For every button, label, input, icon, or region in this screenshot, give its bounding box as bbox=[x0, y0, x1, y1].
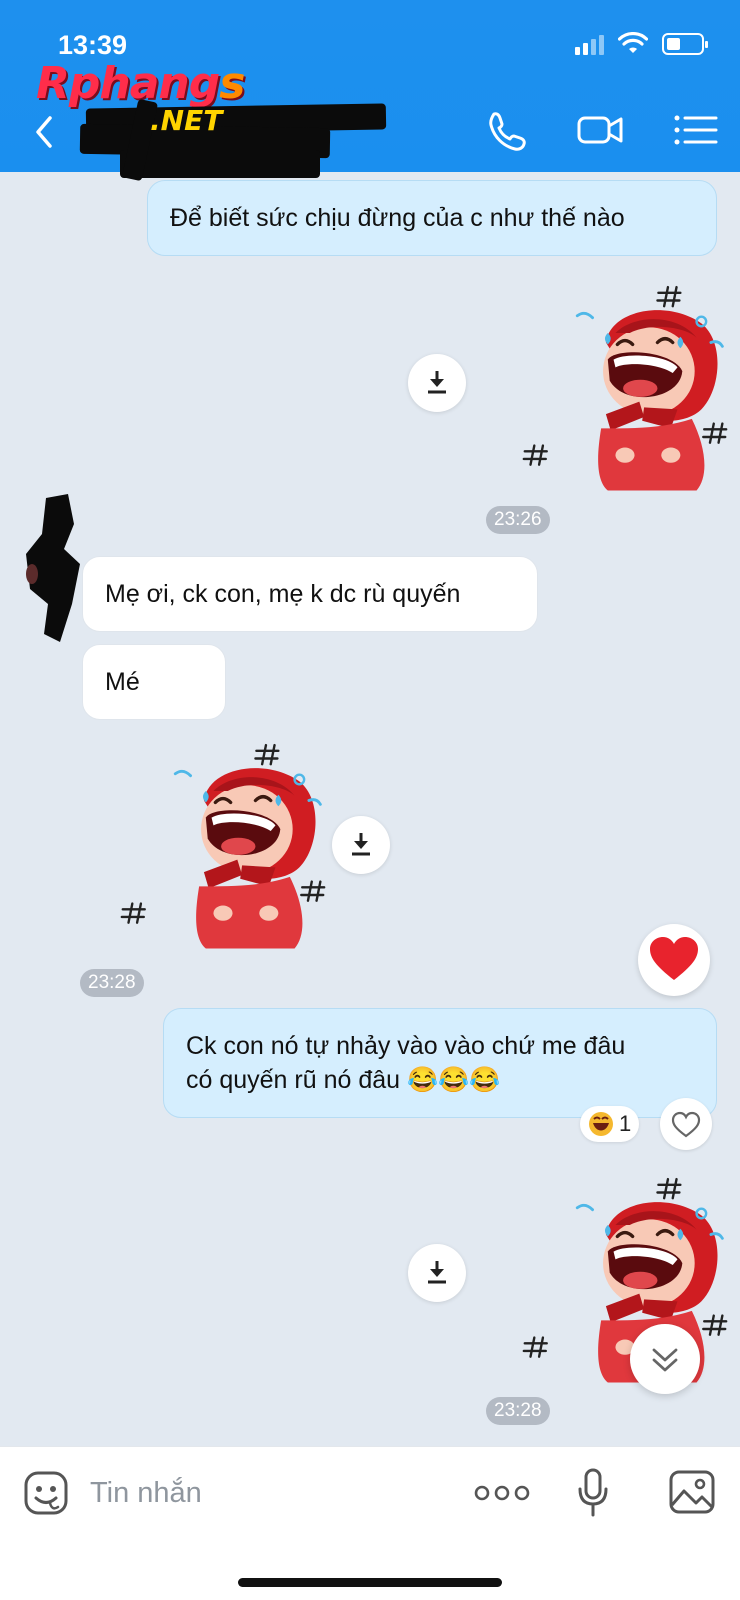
menu-icon[interactable] bbox=[672, 108, 720, 152]
home-indicator bbox=[238, 1578, 502, 1587]
image-icon[interactable] bbox=[668, 1469, 716, 1515]
chevron-left-icon[interactable] bbox=[28, 112, 58, 152]
message-time: 23:28 bbox=[486, 1397, 550, 1425]
message-bubble-incoming[interactable]: Mẹ ơi, ck con, mẹ k dc rù quyến bbox=[82, 556, 538, 632]
message-input[interactable]: Tin nhắn bbox=[90, 1477, 202, 1510]
laughing-emoji-icon bbox=[589, 1112, 613, 1136]
scroll-to-bottom-button[interactable] bbox=[630, 1324, 700, 1394]
microphone-icon[interactable] bbox=[576, 1467, 610, 1519]
heart-outline-icon bbox=[671, 1111, 701, 1138]
download-button[interactable] bbox=[408, 1244, 466, 1302]
phone-icon[interactable] bbox=[484, 108, 532, 152]
video-icon[interactable] bbox=[576, 108, 624, 152]
contact-avatar-redacted[interactable] bbox=[24, 494, 82, 644]
download-button[interactable] bbox=[332, 816, 390, 874]
download-icon bbox=[428, 371, 446, 394]
status-time: 13:39 bbox=[58, 30, 128, 60]
message-text: Mẹ ơi, ck con, mẹ k dc rù quyến bbox=[105, 580, 461, 608]
battery-icon bbox=[662, 33, 708, 55]
watermark-suffix: .NET bbox=[150, 104, 223, 137]
reaction-count: 1 bbox=[619, 1111, 632, 1136]
message-time: 23:26 bbox=[486, 506, 550, 534]
message-bubble-outgoing[interactable]: Ck con nó tự nhảy vào vào chứ me đâu có … bbox=[163, 1008, 717, 1118]
download-icon bbox=[352, 833, 370, 856]
more-icon[interactable] bbox=[474, 1481, 530, 1505]
status-icons bbox=[575, 32, 708, 56]
signal-icon bbox=[575, 33, 604, 55]
message-text: Ck con nó tự nhảy vào vào chứ me đâu bbox=[186, 1032, 626, 1060]
laughing-girl-sticker[interactable] bbox=[118, 738, 328, 968]
heart-icon bbox=[650, 937, 698, 980]
sticker-icon[interactable] bbox=[22, 1469, 70, 1517]
message-composer: Tin nhắn bbox=[0, 1446, 740, 1600]
like-button[interactable] bbox=[660, 1098, 712, 1150]
wifi-icon bbox=[618, 32, 648, 53]
message-bubble-outgoing[interactable]: Để biết sức chịu đừng của c như thế nào bbox=[147, 180, 717, 256]
double-chevron-down-icon bbox=[652, 1348, 678, 1372]
message-time: 23:28 bbox=[80, 969, 144, 997]
download-button[interactable] bbox=[408, 354, 466, 412]
message-bubble-incoming[interactable]: Mé bbox=[82, 644, 226, 720]
chat-header: 13:39 Rphangs .NET bbox=[0, 0, 740, 182]
download-icon bbox=[428, 1261, 446, 1284]
laughing-girl-sticker[interactable] bbox=[520, 280, 730, 510]
reaction-summary[interactable]: 1 bbox=[580, 1106, 640, 1142]
message-text: Để biết sức chịu đừng của c như thế nào bbox=[170, 204, 625, 232]
message-text: có quyến rũ nó đâu 😂😂😂 bbox=[186, 1066, 501, 1094]
message-text: Mé bbox=[105, 668, 140, 696]
heart-reaction-button[interactable] bbox=[638, 924, 710, 996]
